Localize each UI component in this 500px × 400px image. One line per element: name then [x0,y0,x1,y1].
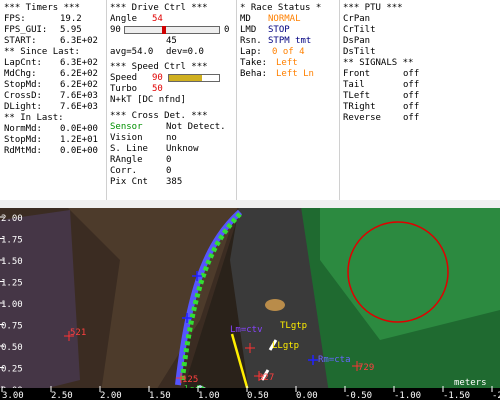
ptu-panel: *** PTU *** CrPan CrTilt DsPan DsTilt **… [340,0,500,200]
signal-row-front: Front off [343,69,420,79]
signal-row-tail: Tail off [343,80,420,90]
marker-521-label: 521 [70,328,86,338]
drive-panel: *** Drive Ctrl *** Angle 54 90 0 45 avg=… [107,0,237,200]
race-title: * Race Status * [240,3,322,13]
x-scale-label: 0.00 [296,391,318,400]
cross-row-pixcnt: Pix Cnt 385 [110,177,183,187]
x-scale-label: -1.50 [443,391,470,400]
signals-title: ** SIGNALS ** [343,58,414,68]
timers-title: *** Timers *** [4,3,80,13]
y-scale-label: 2.00 [1,214,23,224]
camera-overlay: 521 125 left 327 729 Lm=ctv TLgtp LLgtp [0,200,500,400]
in-row-rdmtmd: RdMtMd: 0.0E+00 [4,146,98,156]
timers-panel: *** Timers *** FPS: 19.2 FPS_GUI: 5.95 STA… [0,0,107,200]
meters-unit-label: meters [454,378,487,388]
x-scale-label: -0.50 [345,391,372,400]
x-scale-label: 3.00 [2,391,24,400]
ptu-row-crtilt: CrTilt [343,25,376,35]
timer-row-fps-gui: FPS_GUI: 5.95 [4,25,82,35]
x-scale-label: 2.00 [100,391,122,400]
x-scale-label: 1.00 [198,391,220,400]
bright-spot [265,299,285,311]
signal-row-reverse: Reverse off [343,113,420,123]
since-row-crossd: CrossD: 7.6E+03 [4,91,98,101]
y-scale-label: 1.25 [1,279,23,289]
x-scale-label: -1.00 [394,391,421,400]
speed-bar [168,74,220,82]
avg-dev-row: avg=54.0 dev=0.0 [110,47,204,57]
angle-slider[interactable] [124,26,220,34]
timer-row-fps: FPS: 19.2 [4,14,82,24]
rmcta-label: Rm=cta [318,355,351,365]
race-row-rsn: Rsn. STPM tmt [240,36,312,46]
since-row-mdchg: MdChg: 6.2E+02 [4,69,98,79]
cross-title: *** Cross Det. *** [110,111,208,121]
top-edge [0,200,500,208]
since-row-lapcnt: LapCnt: 6.3E+02 [4,58,98,68]
drive-title: *** Drive Ctrl *** [110,3,208,13]
y-scale-label: 0.25 [1,365,23,375]
x-scale-label: -2.00 [492,391,500,400]
cross-row-rangle: RAngle 0 [110,155,172,165]
since-row-stopmd: StopMd: 6.2E+02 [4,80,98,90]
ptu-row-crpan: CrPan [343,14,371,24]
turbo-row: Turbo 50 [110,84,163,94]
in-last-title: ** In Last: [4,113,64,123]
speed-row: Speed 90 [110,73,236,84]
cross-row-corr: Corr. 0 [110,166,172,176]
angle-slider-thumb[interactable] [161,26,166,34]
signal-row-tright: TRight off [343,102,420,112]
in-row-normmd: NormMd: 0.0E+00 [4,124,98,134]
marker-327-label: 327 [258,373,274,383]
x-scale-label: 2.50 [51,391,73,400]
race-status-panel: * Race Status * MD NORMAL LMD STOP Rsn. STP… [237,0,340,200]
lmctv-label: Lm=ctv [230,325,263,335]
tlgtp-label: TLgtp [280,321,307,331]
angle-center-row: 45 [166,36,177,46]
y-scale-label: 0.50 [1,343,23,353]
race-row-lap: Lap: 0 of 4 [240,47,305,57]
angle-slider-row: 90 0 [110,25,230,35]
y-scale-label: 1.75 [1,236,23,246]
llgtp-label: LLgtp [272,341,299,351]
race-row-take: Take: Left [240,58,298,68]
race-row-md: MD NORMAL [240,14,301,24]
since-last-title: ** Since Last: [4,47,80,57]
camera-view[interactable]: 521 125 left 327 729 Lm=ctv TLgtp LLgtp [0,200,500,400]
ptu-title: *** PTU *** [343,3,403,13]
marker-327: 327 [254,371,274,383]
y-scale-label: 1.50 [1,257,23,267]
marker-125-label: 125 [182,375,198,385]
in-row-stopmd: StopMd: 1.2E+01 [4,135,98,145]
cross-row-sline: S. Line Unknow [110,144,199,154]
race-row-lmd: LMD STOP [240,25,290,35]
y-scale: 2.001.751.501.251.000.750.500.250.00 [0,214,23,396]
y-scale-label: 1.00 [1,300,23,310]
ptu-row-dspan: DsPan [343,36,371,46]
speed-title: *** Speed Ctrl *** [110,62,208,72]
x-scale-label: 1.50 [149,391,171,400]
speed-bar-fill [169,75,202,81]
cross-row-sensor: Sensor Not Detect. [110,122,226,132]
timer-row-start: START: 6.3E+02 [4,36,98,46]
since-row-dlight: DLight: 7.6E+03 [4,102,98,112]
nkt-row: N+kT [DC nfnd] [110,95,186,105]
y-scale-label: 0.75 [1,322,23,332]
ptu-row-dstilt: DsTilt [343,47,376,57]
race-row-beha: Beha: Left Ln [240,69,314,79]
angle-row: Angle 54 [110,14,163,24]
signal-row-tleft: TLeft off [343,91,420,101]
x-scale-label: 0.50 [247,391,269,400]
cross-row-vision: Vision no [110,133,177,143]
marker-729-label: 729 [358,363,374,373]
